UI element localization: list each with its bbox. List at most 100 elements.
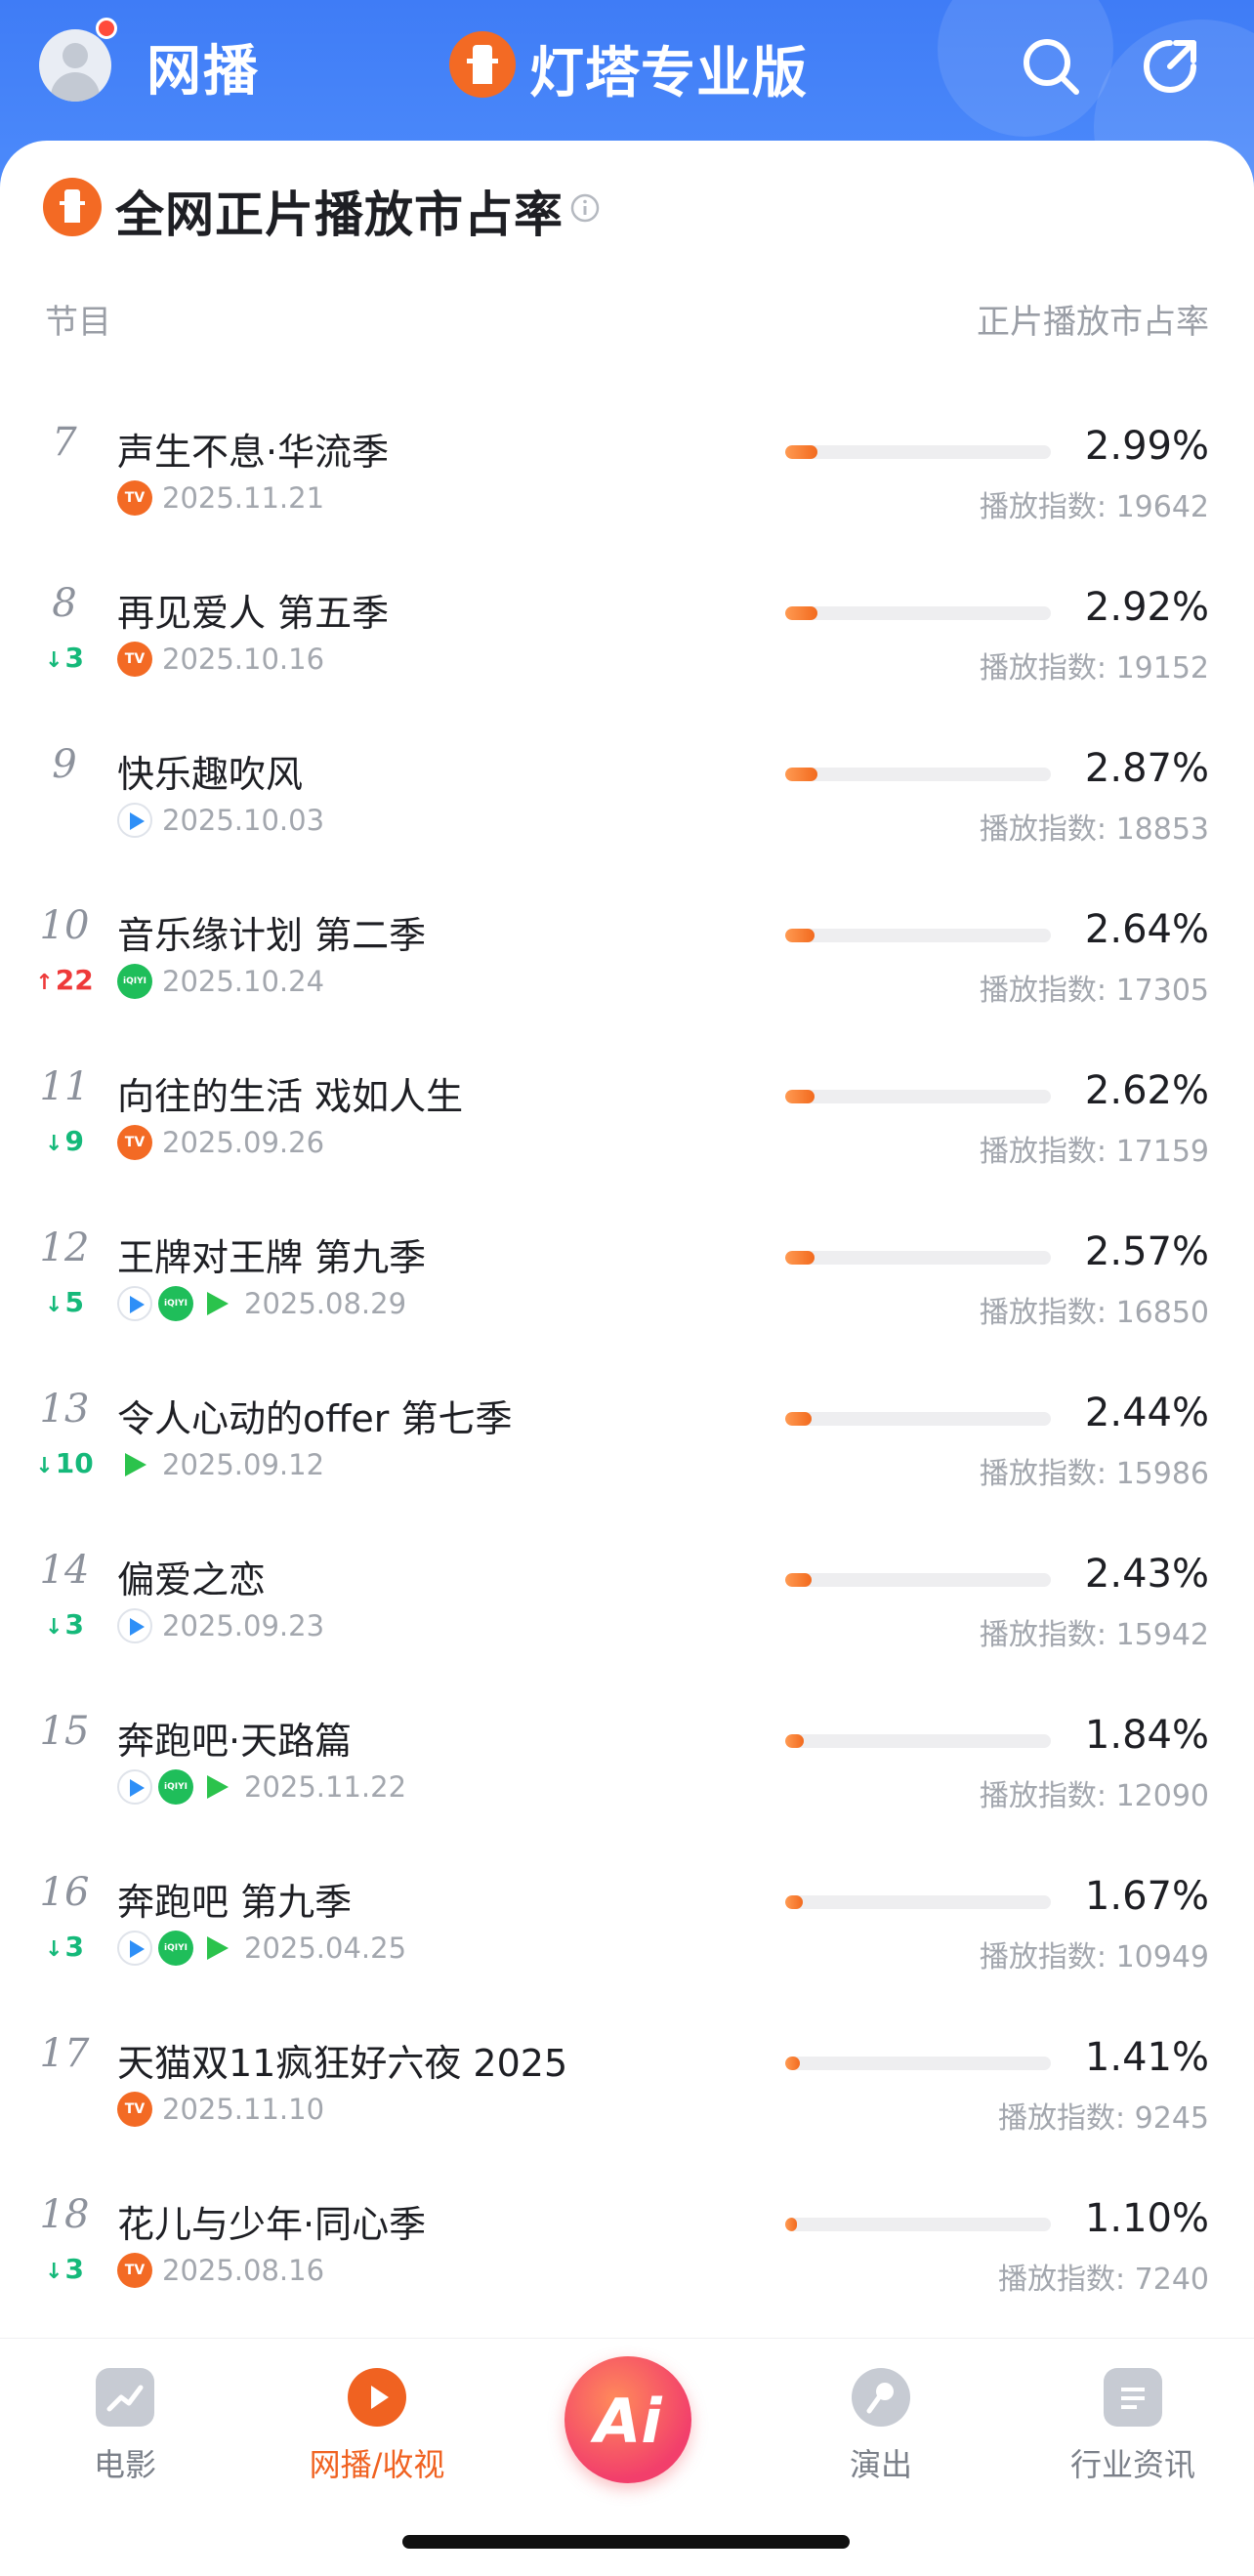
- share-bar: [785, 929, 1051, 942]
- share-bar-fill: [785, 1573, 813, 1587]
- home-indicator[interactable]: [402, 2535, 850, 2549]
- market-share-value: 2.43%: [1084, 1552, 1209, 1597]
- ranking-row[interactable]: 18 ↓3 花儿与少年·同心季 2025.08.16 1.10% 播放指数: 7240: [0, 2192, 1254, 2353]
- release-date: 2025.09.23: [162, 1609, 325, 1642]
- rank-change-value: 9: [64, 1125, 84, 1157]
- play-index: 播放指数: 19642: [979, 490, 1209, 524]
- rank-number: 14: [39, 1548, 90, 1593]
- ranking-row[interactable]: 16 ↓3 奔跑吧 第九季 2025.04.25 1.67% 播放指数: 10949: [0, 1870, 1254, 2031]
- play-index: 播放指数: 9245: [998, 2101, 1209, 2136]
- nav-item-news[interactable]: 行业资讯: [1035, 2368, 1231, 2485]
- release-date: 2025.10.03: [162, 804, 325, 837]
- market-share-value: 2.64%: [1084, 907, 1209, 952]
- share-bar: [785, 768, 1051, 781]
- tencent-platform-icon: [199, 1286, 234, 1321]
- nav-item-webcast[interactable]: 网播/收视: [279, 2368, 475, 2485]
- ranking-row[interactable]: 14 ↓3 偏爱之恋 2025.09.23 2.43% 播放指数: 15942: [0, 1548, 1254, 1709]
- market-share-value: 1.41%: [1084, 2035, 1209, 2080]
- rank-change-value: 22: [55, 964, 94, 996]
- tencent-platform-icon: [199, 1931, 234, 1966]
- mango-platform-icon: [117, 480, 152, 516]
- share-bar-fill: [785, 1251, 815, 1265]
- ranking-row[interactable]: 11 ↓9 向往的生活 戏如人生 2025.09.26 2.62% 播放指数: 17159: [0, 1064, 1254, 1226]
- share-bar: [785, 2057, 1051, 2070]
- rank-number: 8: [52, 581, 77, 626]
- search-icon[interactable]: [1018, 33, 1084, 100]
- release-date: 2025.08.29: [244, 1287, 407, 1320]
- program-name[interactable]: 音乐缘计划 第二季: [117, 905, 426, 959]
- release-date: 2025.10.16: [162, 643, 325, 676]
- user-avatar[interactable]: [39, 29, 111, 102]
- play-index: 播放指数: 10949: [979, 1940, 1209, 1974]
- play-index: 播放指数: 17305: [979, 974, 1209, 1008]
- tencent-platform-icon: [199, 1769, 234, 1805]
- market-share-value: 1.10%: [1084, 2196, 1209, 2241]
- share-bar: [785, 1734, 1051, 1748]
- share-bar-fill: [785, 2218, 798, 2231]
- rank-change-down: ↓3: [29, 1608, 100, 1641]
- program-name[interactable]: 奔跑吧·天路篇: [117, 1711, 352, 1765]
- share-bar-fill: [785, 1090, 815, 1103]
- nav-label: 电影: [93, 2446, 156, 2483]
- program-name[interactable]: 王牌对王牌 第九季: [117, 1227, 426, 1281]
- program-name[interactable]: 偏爱之恋: [117, 1550, 266, 1603]
- share-bar: [785, 1090, 1051, 1103]
- mango-platform-icon: [117, 642, 152, 677]
- ranking-row[interactable]: 7 声生不息·华流季 2025.11.21 2.99% 播放指数: 19642: [0, 420, 1254, 581]
- nav-label: 演出: [849, 2446, 912, 2483]
- ranking-row[interactable]: 13 ↓10 令人心动的offer 第七季 2025.09.12 2.44% 播放指数: …: [0, 1387, 1254, 1548]
- rank-change-down: ↓5: [29, 1286, 100, 1318]
- program-meta: 2025.11.10: [117, 2090, 324, 2129]
- market-share-value: 1.84%: [1084, 1713, 1209, 1758]
- ranking-row[interactable]: 8 ↓3 再见爱人 第五季 2025.10.16 2.92% 播放指数: 19152: [0, 581, 1254, 742]
- market-share-value: 2.99%: [1084, 424, 1209, 469]
- share-bar-fill: [785, 929, 815, 942]
- rank-change-down: ↓3: [29, 2253, 100, 2285]
- arrow-down-icon: ↓: [45, 2260, 63, 2284]
- share-bar: [785, 1573, 1051, 1587]
- rank-change-up: ↑22: [29, 964, 100, 996]
- play-index: 播放指数: 7240: [998, 2263, 1209, 2297]
- ranking-row[interactable]: 15 奔跑吧·天路篇 2025.11.22 1.84% 播放指数: 12090: [0, 1709, 1254, 1870]
- ranking-row[interactable]: 9 快乐趣吹风 2025.10.03 2.87% 播放指数: 18853: [0, 742, 1254, 903]
- program-name[interactable]: 天猫双11疯狂好六夜 2025: [117, 2033, 567, 2087]
- program-name[interactable]: 令人心动的offer 第七季: [117, 1389, 513, 1442]
- program-name[interactable]: 再见爱人 第五季: [117, 583, 389, 637]
- share-icon[interactable]: [1137, 33, 1203, 100]
- program-name[interactable]: 花儿与少年·同心季: [117, 2194, 426, 2248]
- nav-item-shows[interactable]: 演出: [783, 2368, 979, 2485]
- lighthouse-icon: [43, 178, 102, 236]
- ranking-row[interactable]: 10 ↑22 音乐缘计划 第二季 2025.10.24 2.64% 播放指数: 17305: [0, 903, 1254, 1064]
- play-index: 播放指数: 16850: [979, 1296, 1209, 1330]
- brand-name: 灯塔专业版: [529, 42, 808, 105]
- iqiyi-platform-icon: [117, 964, 152, 999]
- ai-label: Ai: [594, 2386, 662, 2457]
- program-name[interactable]: 奔跑吧 第九季: [117, 1872, 352, 1926]
- program-meta: 2025.10.16: [117, 640, 324, 679]
- info-icon[interactable]: [570, 193, 600, 223]
- rank-number: 15: [39, 1709, 90, 1754]
- program-name[interactable]: 声生不息·华流季: [117, 422, 389, 476]
- rank-change-value: 10: [55, 1447, 94, 1479]
- ai-assistant-button[interactable]: Ai: [564, 2356, 691, 2483]
- share-bar: [785, 2218, 1051, 2231]
- rank-number: 17: [39, 2031, 90, 2076]
- arrow-down-icon: ↓: [45, 1293, 63, 1317]
- ranking-row[interactable]: 12 ↓5 王牌对王牌 第九季 2025.08.29 2.57% 播放指数: 16850: [0, 1226, 1254, 1387]
- market-share-card: 全网正片播放市占率 节目 正片播放市占率 7 声生不息·华流季 2025.11.21…: [0, 141, 1254, 2338]
- program-name[interactable]: 快乐趣吹风: [117, 744, 303, 798]
- nav-item-movie[interactable]: 电影: [27, 2368, 223, 2485]
- mango-platform-icon: [117, 2253, 152, 2288]
- market-share-value: 2.44%: [1084, 1391, 1209, 1435]
- youku-platform-icon: [117, 1769, 152, 1805]
- column-header-program: 节目: [45, 303, 111, 342]
- movie-trend-icon: [96, 2368, 154, 2427]
- nav-label: 网播/收视: [309, 2446, 445, 2483]
- ranking-row[interactable]: 17 天猫双11疯狂好六夜 2025 2025.11.10 1.41% 播放指数: 92…: [0, 2031, 1254, 2192]
- program-meta: 2025.04.25: [117, 1929, 406, 1968]
- program-meta: 2025.09.23: [117, 1606, 324, 1645]
- program-name[interactable]: 向往的生活 戏如人生: [117, 1066, 463, 1120]
- rank-change-down: ↓10: [29, 1447, 100, 1479]
- play-index: 播放指数: 12090: [979, 1779, 1209, 1813]
- column-header-share[interactable]: 正片播放市占率: [977, 295, 1209, 343]
